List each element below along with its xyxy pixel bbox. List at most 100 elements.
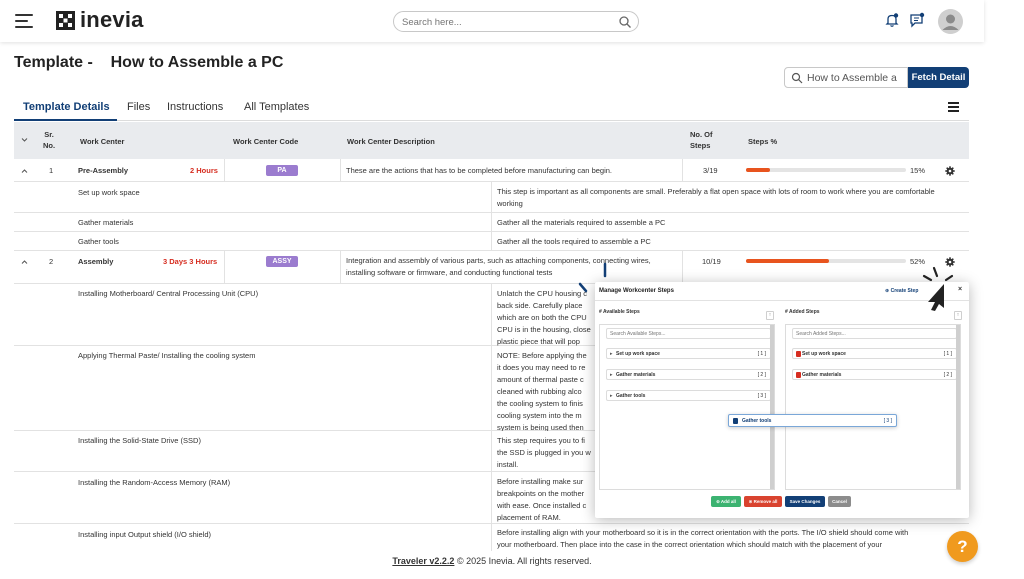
menu-icon[interactable] — [15, 14, 35, 28]
add-all-button[interactable]: ⊕ Add all — [711, 496, 741, 507]
cancel-button[interactable]: Cancel — [828, 496, 851, 507]
template-search[interactable] — [784, 67, 908, 88]
list-menu-icon[interactable] — [948, 102, 959, 112]
available-step-item[interactable]: ▸ Set up work space [ 1 ] — [606, 348, 771, 359]
top-navbar: inevia — [0, 0, 984, 42]
drag-handle-icon: ▸ — [610, 351, 613, 357]
table-row[interactable]: 1 Pre-Assembly 2 Hours PA These are the … — [14, 159, 969, 182]
row-sr-no: 1 — [49, 166, 54, 175]
substep-name: Installing the Random-Access Memory (RAM… — [78, 478, 231, 487]
substep-name: Installing input Output shield (I/O shie… — [78, 530, 211, 539]
sort-available-button[interactable]: ↑ — [766, 311, 774, 320]
trash-icon[interactable] — [796, 351, 801, 357]
trash-icon — [733, 418, 738, 424]
available-step-item[interactable]: ▸ Gather materials [ 2 ] — [606, 369, 771, 380]
row-duration: 2 Hours — [190, 166, 218, 175]
page: inevia Template - — [0, 0, 1024, 579]
scrollbar[interactable] — [770, 325, 774, 489]
table-row[interactable]: 2 Assembly 3 Days 3 Hours ASSY Integrati… — [14, 251, 969, 284]
table-header: Sr. No. Work Center Work Center Code Wor… — [14, 122, 969, 159]
work-center-code-badge: ASSY — [266, 256, 298, 267]
remove-all-button[interactable]: ⊗ Remove all — [744, 496, 782, 507]
chevron-up-icon[interactable] — [21, 168, 28, 174]
row-steps-percent: 15% — [910, 166, 926, 175]
tab-bar: Template Details Files Instructions All … — [14, 94, 969, 121]
substep-description: This step is important as all components… — [497, 187, 935, 208]
fetch-detail-button[interactable]: Fetch Detail — [908, 67, 969, 88]
click-mark-icon — [603, 262, 607, 278]
available-steps-list[interactable]: ▸ Set up work space [ 1 ] ▸ Gather mater… — [599, 324, 775, 490]
global-search[interactable] — [393, 11, 639, 32]
added-search-input[interactable] — [796, 330, 951, 338]
substep-row: Set up work space This step is important… — [14, 182, 969, 213]
row-duration: 3 Days 3 Hours — [163, 257, 218, 266]
copyright-text: © 2025 Inevia. All rights reserved. — [456, 556, 592, 566]
substep-description: Gather all the materials required to ass… — [497, 218, 666, 227]
notification-bell-icon[interactable] — [884, 12, 900, 28]
search-icon — [791, 72, 803, 84]
modal-title: Manage Workcenter Steps — [599, 288, 674, 294]
substep-row: Installing input Output shield (I/O shie… — [14, 524, 969, 551]
template-search-input[interactable] — [807, 71, 905, 85]
col-sr-no[interactable]: Sr. No. — [39, 129, 59, 151]
footer: Traveler v2.2.2 © 2025 Inevia. All right… — [0, 551, 984, 579]
save-changes-button[interactable]: Save Changes — [785, 496, 825, 507]
dragging-step-item[interactable]: Gather tools [ 3 ] — [728, 414, 897, 427]
row-steps-count: 3/19 — [703, 166, 718, 175]
added-steps-list[interactable]: Set up work space [ 1 ] Gather materials… — [785, 324, 961, 490]
page-title: Template - How to Assemble a PC — [14, 54, 284, 71]
substep-name: Gather tools — [78, 237, 119, 246]
steps-progress-fill — [746, 168, 770, 172]
trash-icon[interactable] — [796, 372, 801, 378]
steps-progress-bar — [746, 168, 906, 172]
added-search[interactable] — [792, 328, 957, 339]
col-work-center-code[interactable]: Work Center Code — [233, 136, 298, 147]
substep-name: Gather materials — [78, 218, 134, 227]
tab-all-templates[interactable]: All Templates — [244, 101, 309, 113]
substep-name: Applying Thermal Paste/ Installing the c… — [78, 351, 256, 360]
col-work-center[interactable]: Work Center — [80, 136, 124, 147]
col-steps-percent[interactable]: Steps % — [748, 136, 777, 147]
added-step-item[interactable]: Set up work space [ 1 ] — [792, 348, 957, 359]
substep-description: NOTE: Before applying the it does you ma… — [497, 351, 587, 432]
logo-icon — [56, 11, 75, 30]
available-step-item[interactable]: ▸ Gather tools [ 3 ] — [606, 390, 771, 401]
substep-description: Before installing make sur breakpoints o… — [497, 477, 587, 522]
col-work-center-description[interactable]: Work Center Description — [347, 136, 435, 147]
version-link[interactable]: Traveler v2.2.2 — [392, 556, 454, 566]
tab-template-details[interactable]: Template Details — [23, 101, 110, 113]
available-search[interactable] — [606, 328, 771, 339]
added-step-item[interactable]: Gather materials [ 2 ] — [792, 369, 957, 380]
create-step-link[interactable]: ⊕ Create Step — [885, 288, 918, 294]
search-icon[interactable] — [618, 15, 632, 29]
row-steps-count: 10/19 — [702, 257, 721, 266]
steps-progress-fill — [746, 259, 830, 263]
available-search-input[interactable] — [610, 330, 765, 338]
gear-icon[interactable] — [945, 166, 955, 176]
substep-row: Gather materials Gather all the material… — [14, 213, 969, 232]
help-button[interactable]: ? — [947, 531, 978, 562]
global-search-input[interactable] — [402, 15, 602, 29]
substep-name: Installing the Solid-State Drive (SSD) — [78, 436, 201, 445]
user-icon — [938, 9, 963, 34]
substep-name: Set up work space — [78, 188, 140, 197]
row-work-center: Assembly — [78, 257, 114, 266]
scrollbar[interactable] — [956, 325, 960, 489]
col-steps-count[interactable]: No. Of Steps — [690, 129, 722, 151]
drag-handle-icon: ▸ — [610, 393, 613, 399]
drag-handle-icon: ▸ — [610, 372, 613, 378]
tab-files[interactable]: Files — [127, 101, 150, 113]
manage-workcenter-steps-modal: Manage Workcenter Steps ⊕ Create Step × … — [595, 282, 969, 518]
active-tab-indicator — [14, 119, 117, 121]
added-steps-title: # Added Steps — [785, 309, 820, 315]
user-avatar[interactable] — [938, 9, 963, 34]
steps-progress-bar — [746, 259, 906, 263]
cursor-click-icon — [922, 266, 954, 311]
tab-instructions[interactable]: Instructions — [167, 101, 223, 113]
messages-icon[interactable] — [909, 12, 925, 28]
brand-name: inevia — [80, 7, 144, 32]
sort-added-button[interactable]: ↑ — [954, 311, 962, 320]
chevron-up-icon[interactable] — [21, 259, 28, 265]
chevron-down-icon[interactable] — [21, 137, 28, 143]
substep-description: This step requires you to fi the SSD is … — [497, 436, 591, 469]
